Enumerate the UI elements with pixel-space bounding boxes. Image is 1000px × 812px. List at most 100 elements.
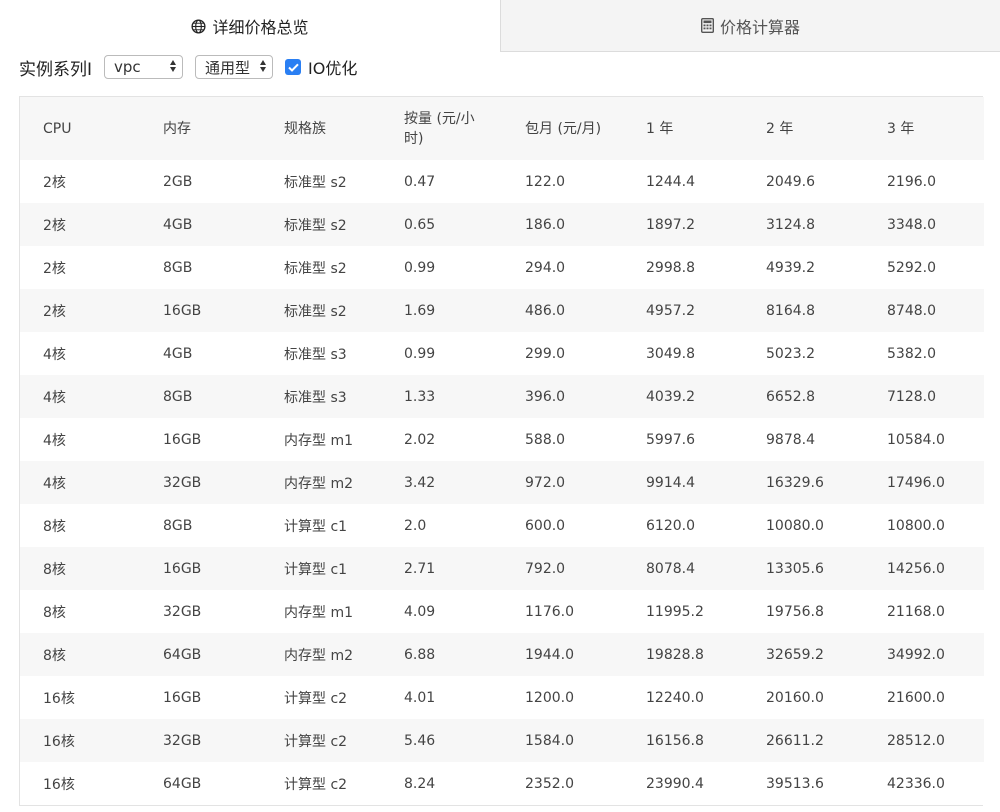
cell-memory: 32GB	[140, 719, 261, 762]
column-header-3-year: 3 年	[864, 97, 984, 160]
column-header-family: 规格族	[261, 97, 381, 160]
cell-hourly: 1.33	[381, 375, 502, 418]
cell-2-year: 20160.0	[743, 676, 864, 719]
cell-monthly: 486.0	[502, 289, 623, 332]
cell-1-year: 5997.6	[623, 418, 743, 461]
table-row: 2核 2GB 标准型 s2 0.47 122.0 1244.4 2049.6 2196.0	[20, 160, 984, 203]
cell-cpu: 4核	[20, 332, 140, 375]
cell-monthly: 792.0	[502, 547, 623, 590]
cell-2-year: 8164.8	[743, 289, 864, 332]
cell-2-year: 19756.8	[743, 590, 864, 633]
cell-hourly: 1.69	[381, 289, 502, 332]
cell-2-year: 13305.6	[743, 547, 864, 590]
cell-3-year: 10584.0	[864, 418, 984, 461]
table-row: 4核 4GB 标准型 s3 0.99 299.0 3049.8 5023.2 5382.0	[20, 332, 984, 375]
cell-cpu: 2核	[20, 160, 140, 203]
cell-monthly: 1944.0	[502, 633, 623, 676]
cell-memory: 4GB	[140, 203, 261, 246]
cell-2-year: 16329.6	[743, 461, 864, 504]
cell-3-year: 5382.0	[864, 332, 984, 375]
instance-type-select[interactable]: 通用型	[195, 55, 274, 79]
tab-price-calculator[interactable]: 价格计算器	[500, 0, 1000, 52]
cell-memory: 64GB	[140, 633, 261, 676]
cell-2-year: 32659.2	[743, 633, 864, 676]
tab-price-overview[interactable]: 详细价格总览	[0, 0, 500, 52]
cell-monthly: 396.0	[502, 375, 623, 418]
table-row: 16核 32GB 计算型 c2 5.46 1584.0 16156.8 26611.2 285…	[20, 719, 984, 762]
cell-memory: 16GB	[140, 289, 261, 332]
table-row: 4核 8GB 标准型 s3 1.33 396.0 4039.2 6652.8 7128.0	[20, 375, 984, 418]
cell-memory: 8GB	[140, 504, 261, 547]
cell-memory: 32GB	[140, 461, 261, 504]
cell-3-year: 10800.0	[864, 504, 984, 547]
calculator-icon	[700, 18, 714, 33]
cell-2-year: 5023.2	[743, 332, 864, 375]
table-row: 2核 16GB 标准型 s2 1.69 486.0 4957.2 8164.8 8748.0	[20, 289, 984, 332]
cell-3-year: 17496.0	[864, 461, 984, 504]
cell-cpu: 8核	[20, 547, 140, 590]
cell-1-year: 11995.2	[623, 590, 743, 633]
cell-family: 计算型 c1	[261, 547, 381, 590]
cell-1-year: 1897.2	[623, 203, 743, 246]
io-optimized-checkbox[interactable]	[285, 59, 302, 75]
cell-1-year: 23990.4	[623, 762, 743, 805]
cell-hourly: 3.42	[381, 461, 502, 504]
cell-hourly: 0.99	[381, 332, 502, 375]
column-header-hourly: 按量 (元/小时)	[381, 97, 502, 160]
checkmark-icon	[287, 63, 299, 72]
cell-2-year: 3124.8	[743, 203, 864, 246]
cell-1-year: 2998.8	[623, 246, 743, 289]
cell-3-year: 5292.0	[864, 246, 984, 289]
cell-family: 计算型 c1	[261, 504, 381, 547]
column-header-cpu: CPU	[20, 97, 140, 160]
cell-cpu: 2核	[20, 289, 140, 332]
cell-memory: 8GB	[140, 246, 261, 289]
cell-family: 标准型 s2	[261, 246, 381, 289]
cell-1-year: 16156.8	[623, 719, 743, 762]
cell-monthly: 588.0	[502, 418, 623, 461]
cell-cpu: 16核	[20, 762, 140, 805]
cell-hourly: 2.0	[381, 504, 502, 547]
filter-bar: 实例系列I vpc 通用型 IO优化	[19, 52, 357, 82]
column-header-monthly: 包月 (元/月)	[502, 97, 623, 160]
cell-1-year: 4039.2	[623, 375, 743, 418]
cell-memory: 16GB	[140, 547, 261, 590]
table-header-row: CPU 内存 规格族 按量 (元/小时) 包月 (元/月) 1 年 2 年 3 …	[20, 97, 984, 160]
cell-2-year: 39513.6	[743, 762, 864, 805]
cell-cpu: 8核	[20, 590, 140, 633]
table-row: 2核 4GB 标准型 s2 0.65 186.0 1897.2 3124.8 3348.0	[20, 203, 984, 246]
instance-type-value: 通用型	[205, 58, 251, 77]
cell-family: 内存型 m2	[261, 633, 381, 676]
cell-family: 计算型 c2	[261, 676, 381, 719]
cell-monthly: 186.0	[502, 203, 623, 246]
table-row: 8核 16GB 计算型 c1 2.71 792.0 8078.4 13305.6 14256.…	[20, 547, 984, 590]
cell-hourly: 2.71	[381, 547, 502, 590]
cell-3-year: 8748.0	[864, 289, 984, 332]
cell-monthly: 1200.0	[502, 676, 623, 719]
cell-memory: 8GB	[140, 375, 261, 418]
cell-hourly: 2.02	[381, 418, 502, 461]
cell-3-year: 42336.0	[864, 762, 984, 805]
cell-family: 内存型 m1	[261, 418, 381, 461]
network-type-select[interactable]: vpc	[104, 55, 184, 79]
cell-1-year: 8078.4	[623, 547, 743, 590]
instance-series-label: 实例系列I	[19, 59, 93, 80]
cell-2-year: 26611.2	[743, 719, 864, 762]
tab-price-overview-label: 详细价格总览	[212, 18, 309, 37]
cell-monthly: 1584.0	[502, 719, 623, 762]
price-table-container: CPU 内存 规格族 按量 (元/小时) 包月 (元/月) 1 年 2 年 3 …	[19, 96, 984, 806]
globe-icon	[191, 18, 207, 34]
cell-2-year: 4939.2	[743, 246, 864, 289]
cell-1-year: 9914.4	[623, 461, 743, 504]
cell-memory: 16GB	[140, 676, 261, 719]
cell-memory: 16GB	[140, 418, 261, 461]
cell-hourly: 0.99	[381, 246, 502, 289]
cell-3-year: 21600.0	[864, 676, 984, 719]
table-row: 8核 64GB 内存型 m2 6.88 1944.0 19828.8 32659.2 3499…	[20, 633, 984, 676]
cell-family: 计算型 c2	[261, 762, 381, 805]
network-type-value: vpc	[114, 58, 141, 76]
table-row: 4核 32GB 内存型 m2 3.42 972.0 9914.4 16329.6 17496.…	[20, 461, 984, 504]
cell-cpu: 2核	[20, 246, 140, 289]
cell-cpu: 8核	[20, 633, 140, 676]
table-row: 2核 8GB 标准型 s2 0.99 294.0 2998.8 4939.2 5292.0	[20, 246, 984, 289]
